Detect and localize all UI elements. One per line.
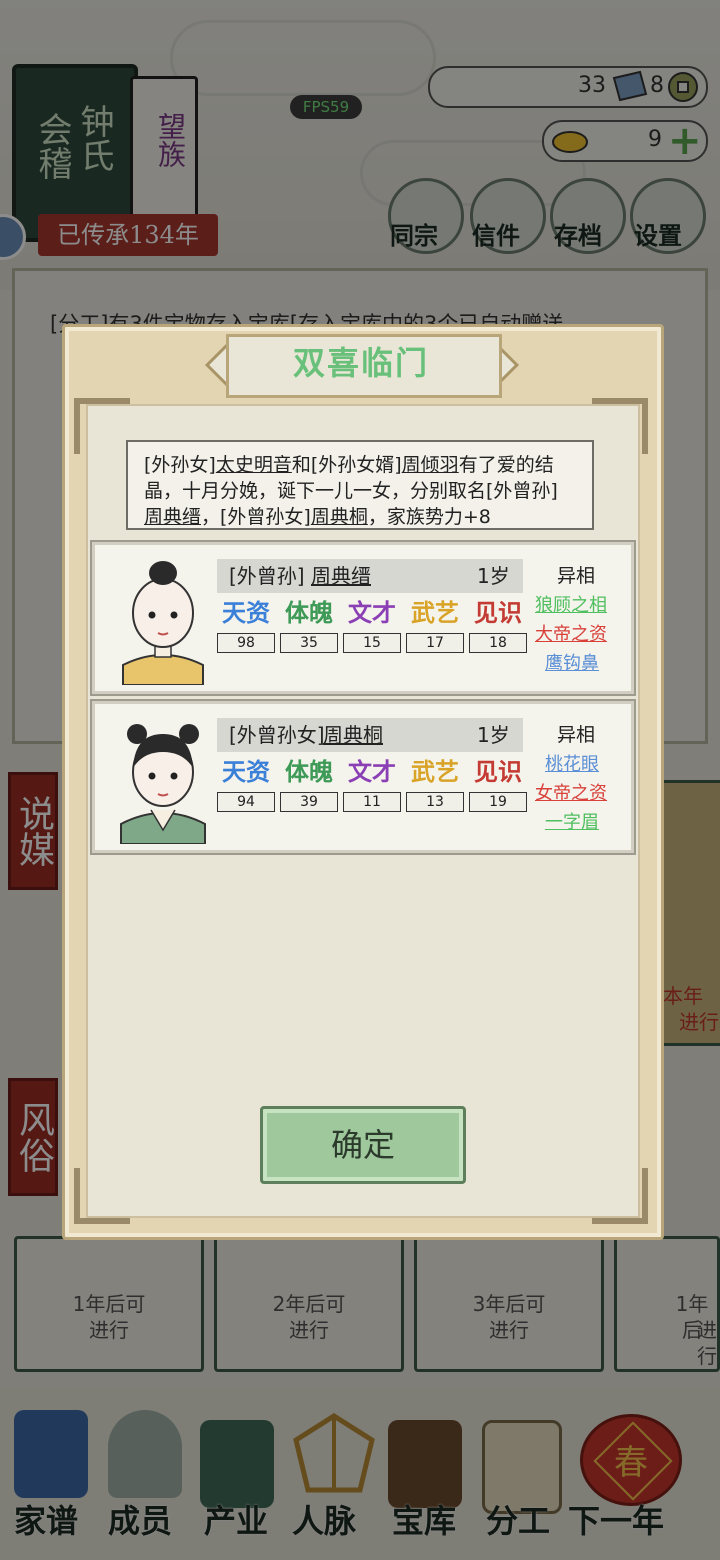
child-card[interactable]: [外曾孙] 周典缙 1岁 天资 98 体魄 35 文才 15 武艺 17 见识 … <box>92 542 634 694</box>
trait-item[interactable]: 鹰钩鼻 <box>545 649 599 675</box>
son-name-link[interactable]: 周典缙 <box>144 506 201 528</box>
trait-item[interactable]: 女帝之资 <box>535 779 607 805</box>
stat-physique: 体魄 35 <box>280 601 338 653</box>
stat-value: 17 <box>406 633 464 653</box>
trait-heading: 异相 <box>557 565 596 587</box>
stat-name: 武艺 <box>411 757 459 786</box>
stat-value: 11 <box>343 792 401 812</box>
stat-name: 见识 <box>474 598 522 627</box>
stat-name: 文才 <box>348 757 396 786</box>
father-name-link[interactable]: 周倾羽 <box>402 454 459 476</box>
corner-ornament <box>592 1168 648 1224</box>
stat-insight: 见识 19 <box>469 760 527 812</box>
dialog-title: 双喜临门 <box>292 344 429 382</box>
stat-value: 35 <box>280 633 338 653</box>
stat-talent: 天资 98 <box>217 601 275 653</box>
stat-value: 98 <box>217 633 275 653</box>
stat-name: 天资 <box>222 598 270 627</box>
stat-value: 18 <box>469 633 527 653</box>
stat-value: 13 <box>406 792 464 812</box>
trait-item[interactable]: 狼顾之相 <box>535 591 607 617</box>
stat-name: 体魄 <box>285 598 333 627</box>
child-name-bar: [外曾孙] 周典缙 1岁 <box>217 559 523 593</box>
stat-literature: 文才 15 <box>343 601 401 653</box>
story-text: ，[外曾孙女] <box>201 506 311 528</box>
event-story: [外孙女]太史明音和[外孙女婿]周倾羽有了爱的结晶，十月分娩，诞下一儿一女，分别… <box>126 440 594 530</box>
girl-portrait <box>120 724 206 844</box>
stat-talent: 天资 94 <box>217 760 275 812</box>
trait-item[interactable]: 大帝之资 <box>535 620 607 646</box>
stat-value: 15 <box>343 633 401 653</box>
stat-martial: 武艺 17 <box>406 601 464 653</box>
stat-value: 19 <box>469 792 527 812</box>
child-card[interactable]: [外曾孙女] 周典桐 1岁 天资 94 体魄 39 文才 11 武艺 13 见识… <box>92 701 634 853</box>
mother-name-link[interactable]: 太史明音 <box>216 454 292 476</box>
trait-item[interactable]: 桃花眼 <box>545 750 599 776</box>
child-relation: [外曾孙女] <box>229 723 325 747</box>
stat-insight: 见识 18 <box>469 601 527 653</box>
stat-name: 体魄 <box>285 757 333 786</box>
corner-ornament <box>74 1168 130 1224</box>
child-age: 1岁 <box>477 564 510 588</box>
stat-name: 见识 <box>474 757 522 786</box>
trait-heading: 异相 <box>557 724 596 746</box>
corner-ornament <box>74 398 130 454</box>
child-relation: [外曾孙] <box>229 564 305 588</box>
story-text: ，家族势力+8 <box>367 506 491 528</box>
stat-name: 天资 <box>222 757 270 786</box>
stat-value: 39 <box>280 792 338 812</box>
boy-portrait <box>122 561 204 685</box>
corner-ornament <box>592 398 648 454</box>
stat-value: 94 <box>217 792 275 812</box>
confirm-button[interactable]: 确定 <box>260 1106 466 1184</box>
stat-literature: 文才 11 <box>343 760 401 812</box>
story-text: 和[外孙女婿] <box>291 454 402 476</box>
story-text: [外孙女] <box>144 454 216 476</box>
child-name[interactable]: 周典缙 <box>311 559 371 593</box>
stat-martial: 武艺 13 <box>406 760 464 812</box>
child-name-bar: [外曾孙女] 周典桐 1岁 <box>217 718 523 752</box>
stat-name: 文才 <box>348 598 396 627</box>
stat-name: 武艺 <box>411 598 459 627</box>
trait-item[interactable]: 一字眉 <box>545 808 599 834</box>
stat-physique: 体魄 39 <box>280 760 338 812</box>
child-name[interactable]: 周典桐 <box>323 718 383 752</box>
child-age: 1岁 <box>477 723 510 747</box>
daughter-name-link[interactable]: 周典桐 <box>311 506 368 528</box>
